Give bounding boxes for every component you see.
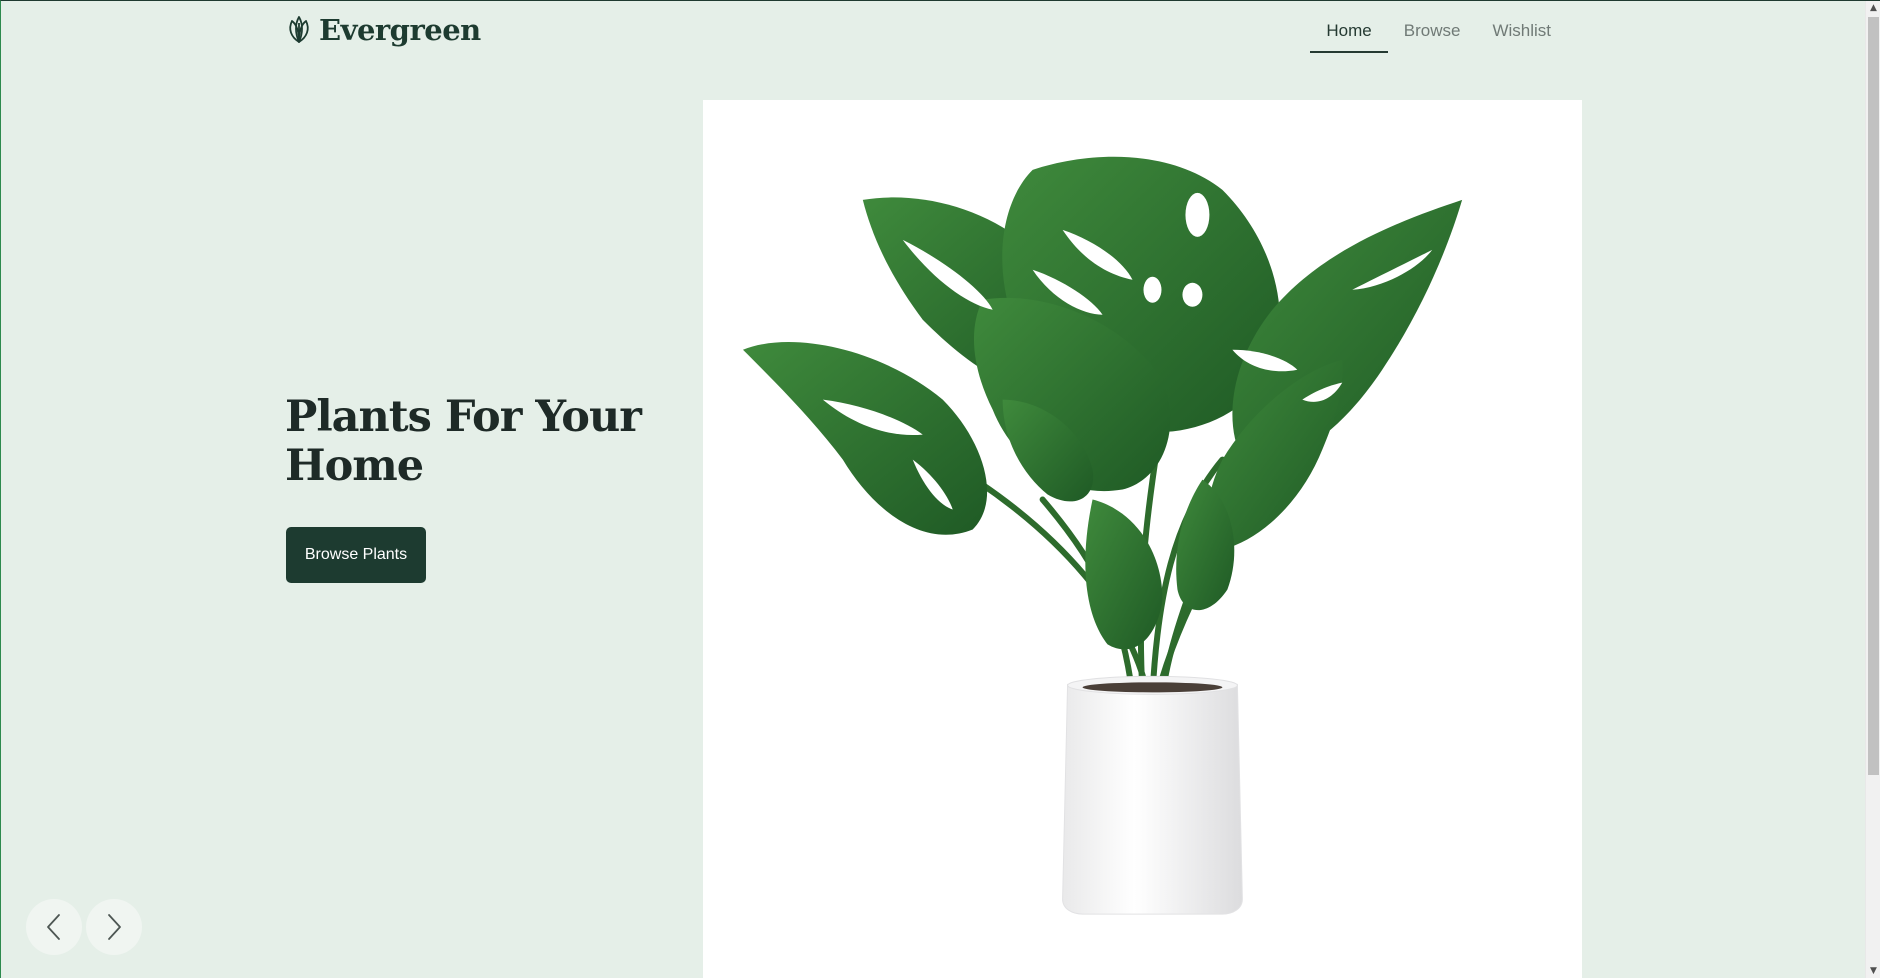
nav-browse[interactable]: Browse — [1388, 1, 1477, 53]
chevron-right-icon — [108, 914, 121, 940]
page-scrollbar[interactable]: ▲ ▼ — [1865, 1, 1880, 978]
navbar: Evergreen Home Browse Wishlist — [1, 1, 1865, 61]
nav-home[interactable]: Home — [1310, 1, 1389, 53]
chevron-left-icon — [47, 914, 60, 940]
monstera-plant-illustration — [742, 156, 1463, 915]
browse-plants-button[interactable]: Browse Plants — [286, 527, 426, 583]
brand-name: Evergreen — [319, 13, 481, 47]
leaf-icon — [289, 16, 309, 43]
brand-logo-link[interactable]: Evergreen — [285, 13, 481, 47]
hero-title: Plants For Your Home — [285, 392, 642, 491]
scroll-thumb[interactable] — [1868, 17, 1879, 775]
carousel-prev-button[interactable] — [26, 899, 82, 955]
main-nav: Home Browse Wishlist — [1310, 1, 1567, 53]
scroll-down-arrow-icon[interactable]: ▼ — [1866, 964, 1880, 978]
hero-plant-image — [703, 100, 1582, 978]
scroll-up-arrow-icon[interactable]: ▲ — [1866, 1, 1880, 16]
carousel-next-button[interactable] — [86, 899, 142, 955]
nav-wishlist[interactable]: Wishlist — [1476, 1, 1567, 53]
